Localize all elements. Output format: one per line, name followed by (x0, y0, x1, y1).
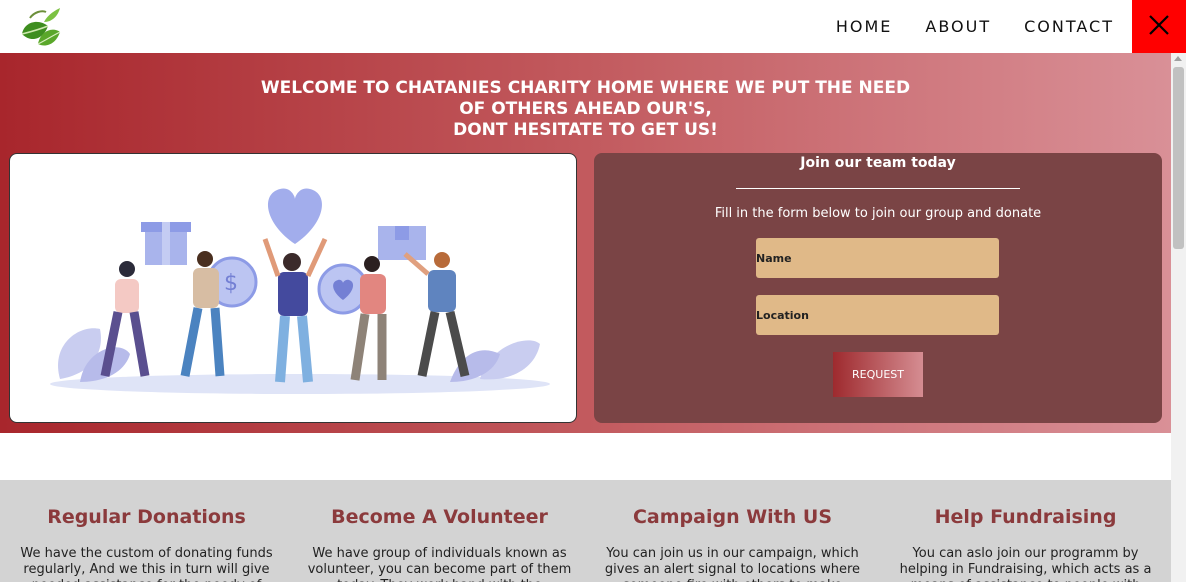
service-text: We have group of individuals known as vo… (307, 546, 572, 582)
scroll-thumb[interactable] (1173, 67, 1184, 249)
nav-about-link[interactable]: ABOUT (925, 17, 991, 36)
nav-contact-link[interactable]: CONTACT (1024, 17, 1114, 36)
close-button[interactable] (1132, 0, 1186, 53)
service-title: Regular Donations (47, 506, 246, 528)
service-campaign: Campaign With US You can join us in our … (586, 480, 879, 582)
hero-title-line-2: OF OTHERS AHEAD OUR'S, (459, 99, 712, 119)
form-divider (736, 188, 1020, 189)
svg-text:$: $ (224, 271, 238, 296)
leaf-logo-icon[interactable] (18, 4, 62, 50)
close-icon (1148, 14, 1170, 40)
hero-title: WELCOME TO CHATANIES CHARITY HOME WHERE … (0, 78, 1171, 141)
location-field[interactable] (756, 295, 999, 335)
nav-links: HOME ABOUT CONTACT (836, 0, 1114, 53)
service-become-volunteer: Become A Volunteer We have group of indi… (293, 480, 586, 582)
nav-home-link[interactable]: HOME (836, 17, 893, 36)
hero-title-line-3: DONT HESITATE TO GET US! (453, 120, 718, 140)
top-nav: HOME ABOUT CONTACT (0, 0, 1186, 53)
service-fundraising: Help Fundraising You can aslo join our p… (879, 480, 1171, 582)
service-title: Become A Volunteer (331, 506, 548, 528)
service-text: We have the custom of donating funds reg… (20, 546, 273, 582)
service-title: Help Fundraising (934, 506, 1117, 528)
hero-section: WELCOME TO CHATANIES CHARITY HOME WHERE … (0, 53, 1171, 433)
charity-illustration: $ (9, 153, 577, 423)
services-section: Regular Donations We have the custom of … (0, 480, 1171, 582)
scroll-up-icon[interactable] (1174, 56, 1182, 61)
form-description: Fill in the form below to join our group… (714, 206, 1042, 221)
service-regular-donations: Regular Donations We have the custom of … (0, 480, 293, 582)
form-title: Join our team today (800, 155, 956, 171)
service-title: Campaign With US (632, 506, 833, 528)
request-button[interactable]: REQUEST (833, 352, 923, 397)
service-text: You can join us in our campaign, which g… (604, 546, 861, 582)
hero-title-line-1: WELCOME TO CHATANIES CHARITY HOME WHERE … (260, 78, 911, 98)
service-text: You can aslo join our programm by helpin… (899, 546, 1152, 582)
name-field[interactable] (756, 238, 999, 278)
page-scrollbar[interactable] (1171, 53, 1186, 582)
join-form-card: Join our team today Fill in the form bel… (594, 153, 1162, 423)
